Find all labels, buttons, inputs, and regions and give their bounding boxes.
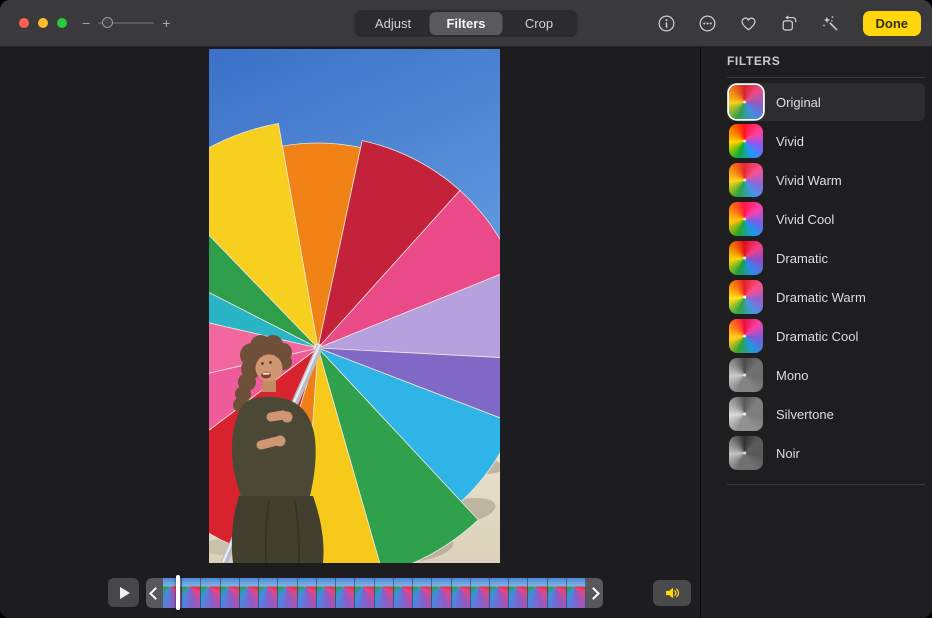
toolbar: − + AdjustFiltersCrop: [0, 0, 932, 47]
filter-item-mono[interactable]: Mono: [727, 356, 925, 394]
filmstrip-frame: [221, 578, 240, 608]
filter-item-original[interactable]: Original: [727, 83, 925, 121]
filmstrip-frame: [490, 578, 509, 608]
toolbar-actions: Done: [656, 0, 922, 46]
more-options-icon[interactable]: [697, 13, 718, 34]
filter-label: Mono: [776, 368, 809, 383]
zoom-out-button[interactable]: −: [82, 16, 90, 30]
filmstrip-frame: [471, 578, 490, 608]
header-divider: [727, 77, 925, 78]
filmstrip-frame: [452, 578, 471, 608]
filmstrip-frame: [201, 578, 220, 608]
video-filmstrip-scrubber[interactable]: [146, 578, 603, 608]
filmstrip-frame: [278, 578, 297, 608]
filters-panel: FILTERS Original Vivid Vivid Warm Vivid Coo…: [701, 47, 932, 618]
list-bottom-divider: [727, 484, 925, 485]
filter-thumbnail: [729, 436, 763, 470]
filmstrip-frame: [317, 578, 336, 608]
filter-list: Original Vivid Vivid Warm Vivid Cool Dramati…: [727, 83, 925, 472]
filmstrip-frame: [548, 578, 567, 608]
filmstrip-frames[interactable]: [163, 578, 586, 608]
filmstrip-frame: [298, 578, 317, 608]
auto-enhance-wand-icon[interactable]: [820, 13, 841, 34]
filter-thumbnail: [729, 85, 763, 119]
video-frame: [209, 49, 500, 563]
filter-item-vivid-cool[interactable]: Vivid Cool: [727, 200, 925, 238]
filter-label: Dramatic: [776, 251, 828, 266]
info-icon[interactable]: [656, 13, 677, 34]
filter-label: Silvertone: [776, 407, 834, 422]
filmstrip-frame: [259, 578, 278, 608]
filmstrip-frame: [413, 578, 432, 608]
filter-label: Dramatic Cool: [776, 329, 858, 344]
filter-thumbnail: [729, 280, 763, 314]
minimize-button[interactable]: [38, 18, 48, 28]
filmstrip-frame: [240, 578, 259, 608]
filter-thumbnail: [729, 358, 763, 392]
zoom-window-button[interactable]: [57, 18, 67, 28]
zoom-slider: − +: [82, 0, 170, 46]
filter-label: Noir: [776, 446, 800, 461]
volume-button[interactable]: [653, 580, 691, 606]
filmstrip-frame: [394, 578, 413, 608]
tab-filters[interactable]: Filters: [430, 12, 503, 35]
filmstrip-frame: [336, 578, 355, 608]
filter-label: Vivid: [776, 134, 804, 149]
filter-thumbnail: [729, 319, 763, 353]
filter-thumbnail: [729, 163, 763, 197]
filmstrip-frame: [355, 578, 374, 608]
filmstrip-frame: [567, 578, 586, 608]
filmstrip-frame: [375, 578, 394, 608]
rotate-icon[interactable]: [779, 13, 800, 34]
filter-thumbnail: [729, 241, 763, 275]
filter-item-dramatic[interactable]: Dramatic: [727, 239, 925, 277]
chevron-left-icon: [149, 587, 162, 600]
filter-item-vivid[interactable]: Vivid: [727, 122, 925, 160]
filter-item-noir[interactable]: Noir: [727, 434, 925, 472]
play-icon: [120, 587, 130, 599]
speaker-icon: [663, 584, 681, 602]
filter-item-dramatic-warm[interactable]: Dramatic Warm: [727, 278, 925, 316]
filter-label: Original: [776, 95, 821, 110]
trim-handle-right[interactable]: [586, 578, 603, 608]
filter-thumbnail: [729, 202, 763, 236]
zoom-slider-track[interactable]: [98, 22, 154, 24]
close-button[interactable]: [19, 18, 29, 28]
traffic-lights: [19, 18, 67, 28]
photos-editor-window: − + AdjustFiltersCrop: [0, 0, 932, 618]
filter-item-dramatic-cool[interactable]: Dramatic Cool: [727, 317, 925, 355]
zoom-slider-knob[interactable]: [102, 17, 113, 28]
favorite-heart-icon[interactable]: [738, 13, 759, 34]
filter-thumbnail: [729, 397, 763, 431]
filter-item-vivid-warm[interactable]: Vivid Warm: [727, 161, 925, 199]
editing-canvas: [0, 47, 700, 618]
filter-label: Vivid Cool: [776, 212, 834, 227]
tab-adjust[interactable]: Adjust: [357, 12, 430, 35]
filmstrip-frame: [528, 578, 547, 608]
zoom-in-button[interactable]: +: [162, 16, 170, 30]
filter-label: Vivid Warm: [776, 173, 842, 188]
tab-crop[interactable]: Crop: [503, 12, 576, 35]
filmstrip-frame: [509, 578, 528, 608]
filter-item-silvertone[interactable]: Silvertone: [727, 395, 925, 433]
filmstrip-frame: [182, 578, 201, 608]
playhead[interactable]: [176, 575, 180, 610]
filmstrip-frame: [432, 578, 451, 608]
play-button[interactable]: [108, 578, 139, 607]
filter-thumbnail: [729, 124, 763, 158]
trim-handle-left[interactable]: [146, 578, 163, 608]
filter-label: Dramatic Warm: [776, 290, 866, 305]
done-button[interactable]: Done: [863, 11, 922, 36]
edit-mode-segmented-control: AdjustFiltersCrop: [355, 10, 578, 37]
chevron-right-icon: [587, 587, 600, 600]
filters-header: FILTERS: [727, 54, 925, 68]
